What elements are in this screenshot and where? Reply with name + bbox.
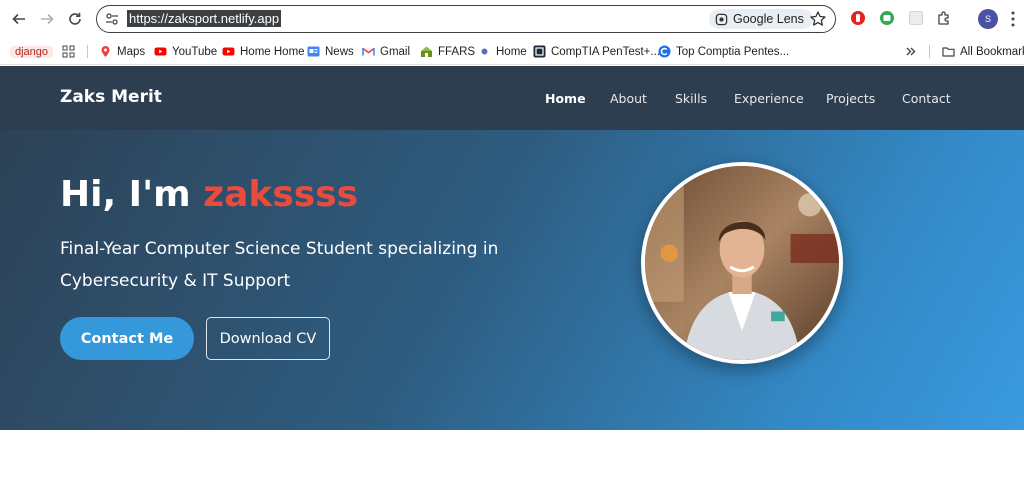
site-header: Zaks Merit Home About Skills Experience … [0, 66, 1024, 130]
gmail-icon [362, 47, 375, 56]
bookmark-maps[interactable]: Maps [99, 42, 145, 61]
bookmark-youtube[interactable]: YouTube [154, 42, 217, 61]
profile-photo [641, 162, 843, 364]
profile-avatar[interactable]: S [978, 9, 998, 29]
nav-contact[interactable]: Contact [902, 91, 951, 106]
bookmark-home[interactable]: Home [478, 42, 527, 61]
bookmark-top-comptia[interactable]: Top Comptia Pentes... [658, 42, 789, 61]
bookmark-label: YouTube [172, 45, 218, 58]
bookmark-star-icon[interactable] [809, 10, 827, 28]
reload-icon [69, 12, 81, 25]
bookmarks-bar: django Maps YouTube Home Home News Gmail… [0, 38, 1024, 65]
nav-projects[interactable]: Projects [826, 91, 875, 106]
youtube-icon [154, 47, 167, 56]
site-brand[interactable]: Zaks Merit [60, 87, 162, 107]
hero-title: Hi, I'm zakssss [60, 174, 358, 215]
download-cv-button[interactable]: Download CV [206, 317, 330, 360]
more-menu-icon[interactable] [1010, 10, 1016, 28]
bookmark-home-home[interactable]: Home Home [222, 42, 305, 61]
hero-greeting: Hi, I'm [60, 174, 204, 215]
extension-green-icon[interactable] [879, 10, 895, 26]
chevron-double-right-icon [906, 47, 916, 56]
extension-blank-icon[interactable] [908, 10, 924, 26]
contact-me-button[interactable]: Contact Me [60, 317, 194, 360]
address-bar[interactable]: https://zaksport.netlify.app Google Lens [96, 5, 836, 33]
bookmark-gmail[interactable]: Gmail [362, 42, 410, 61]
folder-icon [942, 47, 955, 57]
lens-icon [715, 13, 728, 25]
hero-subtitle: Final-Year Computer Science Student spec… [60, 239, 499, 291]
url-text[interactable]: https://zaksport.netlify.app [127, 10, 282, 27]
all-bookmarks-button[interactable]: All Bookmarks [942, 42, 1024, 61]
bookmark-label: django [10, 45, 54, 58]
hero-section: Hi, I'm zakssss Final-Year Computer Scie… [0, 130, 1024, 430]
apps-grid-icon [62, 45, 75, 58]
bookmarks-overflow-button[interactable] [904, 42, 917, 61]
back-button[interactable] [8, 8, 30, 30]
comptia-icon [533, 45, 546, 58]
bookmark-label: Gmail [380, 45, 411, 58]
bookmarks-separator [87, 45, 88, 58]
all-bookmarks-label: All Bookmarks [960, 45, 1024, 58]
extensions-puzzle-icon[interactable] [936, 10, 952, 26]
bookmark-label: CompTIA PenTest+... [551, 45, 660, 58]
google-lens-button[interactable]: Google Lens [709, 9, 813, 29]
bookmarks-separator [929, 45, 930, 58]
bookmark-label: Home Home [240, 45, 305, 58]
bookmark-label: Maps [117, 45, 146, 58]
bookmark-label: Top Comptia Pentes... [676, 45, 790, 58]
news-icon [307, 46, 320, 57]
hero-name: zakssss [203, 174, 359, 215]
arrow-right-icon [41, 13, 54, 25]
bookmark-ffars[interactable]: FFARS [420, 42, 475, 61]
reload-button[interactable] [64, 8, 86, 30]
bookmark-label: Home [496, 45, 527, 58]
bookmark-news[interactable]: News [307, 42, 354, 61]
apps-button[interactable] [62, 42, 75, 61]
nav-home[interactable]: Home [545, 91, 586, 106]
nav-skills[interactable]: Skills [675, 91, 707, 106]
maps-icon [101, 46, 110, 57]
browser-toolbar: https://zaksport.netlify.app Google Lens… [0, 0, 1024, 38]
bookmark-label: FFARS [438, 45, 476, 58]
c-icon [658, 45, 671, 58]
portrait-illustration [645, 166, 839, 360]
extension-red-icon[interactable] [850, 10, 866, 26]
dot-icon [481, 48, 488, 55]
youtube-icon [222, 47, 235, 56]
nav-experience[interactable]: Experience [734, 91, 804, 106]
bookmark-django[interactable]: django [10, 42, 54, 61]
arrow-left-icon [12, 13, 25, 25]
bookmark-label: News [325, 45, 354, 58]
ffars-icon [421, 46, 432, 57]
nav-about[interactable]: About [610, 91, 647, 106]
bookmark-comptia-pentest[interactable]: CompTIA PenTest+... [533, 42, 660, 61]
site-settings-icon[interactable] [105, 12, 119, 26]
google-lens-label: Google Lens [733, 12, 804, 26]
forward-button[interactable] [36, 8, 58, 30]
